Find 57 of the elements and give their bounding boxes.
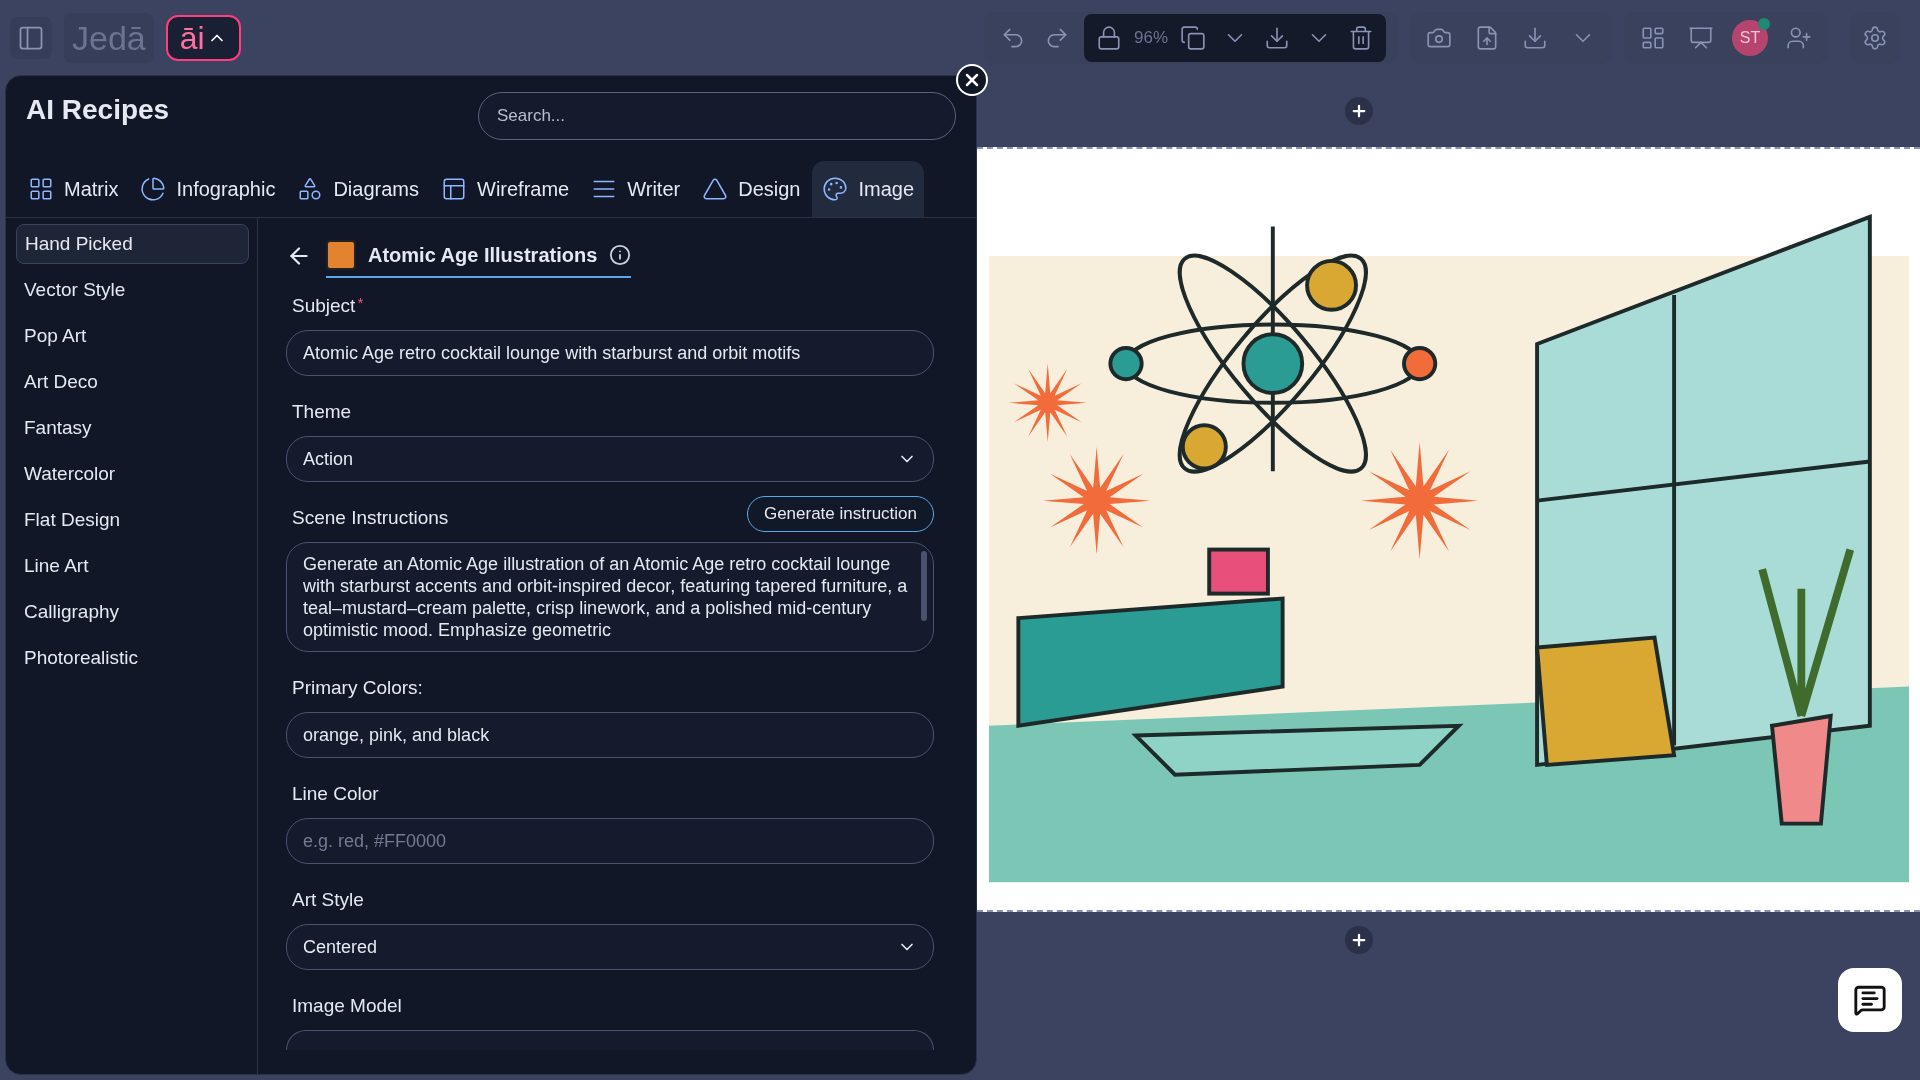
add-slide-button[interactable] (1344, 926, 1373, 954)
category-tab[interactable]: Image (812, 160, 925, 217)
field-label: Theme (292, 399, 352, 424)
required-asterisk: * (357, 292, 364, 313)
close-button[interactable] (956, 64, 988, 96)
pie-chart-icon (140, 175, 167, 202)
field-label: Line Color (292, 781, 379, 806)
sidebar-item[interactable]: Calligraphy (16, 592, 249, 632)
trash-icon[interactable] (1348, 24, 1374, 51)
category-tab[interactable]: Diagrams (287, 160, 429, 217)
category-tab[interactable]: Wireframe (431, 160, 580, 217)
sidebar-item[interactable]: Art Deco (16, 362, 249, 402)
field-label: Scene Instructions (292, 505, 449, 530)
model-select-field[interactable] (286, 1030, 934, 1050)
category-tab[interactable]: Design (692, 160, 811, 217)
zoom-level[interactable]: 96% (1133, 24, 1168, 51)
sidebar-item[interactable]: Photorealistic (16, 638, 249, 678)
palette-icon (822, 175, 849, 202)
sidebar-item[interactable]: Flat Design (16, 500, 249, 540)
textarea-field[interactable]: Generate an Atomic Age illustration of an Atomic Age retro cocktail lounge with starburst accents and orbit-inspired decor, featuring tapered furniture, a teal–mustard–cream palette, crisp linework, and a polished mid-century optimistic mood. Emphasize geometric (286, 542, 934, 652)
layout-icon[interactable] (1640, 24, 1666, 51)
help-button[interactable] (1838, 968, 1902, 1032)
sidebar-item[interactable]: Fantasy (16, 408, 249, 448)
layout-icon (441, 175, 467, 202)
field-label: Subject (292, 293, 356, 318)
sidebar-item[interactable]: Pop Art (16, 316, 249, 356)
copy-icon[interactable] (1180, 24, 1206, 51)
search-field[interactable]: Search... (478, 92, 956, 140)
field-label: Primary Colors: (292, 675, 423, 700)
panel-title: AI Recipes (26, 93, 170, 127)
field-label: Art Style (292, 887, 364, 912)
sidebar-item[interactable]: Line Art (16, 546, 249, 586)
category-tab[interactable]: Writer (581, 160, 691, 217)
category-tab[interactable]: Infographic (130, 160, 286, 217)
text-field[interactable]: e.g. red, #FF0000 (286, 818, 934, 864)
generate-instruction-button[interactable]: Generate instruction (746, 496, 934, 532)
grid-icon (28, 175, 54, 202)
sidebar-item[interactable]: Watercolor (16, 454, 249, 494)
ai-menu-button[interactable]: āi (165, 14, 241, 61)
presentation-icon[interactable] (1688, 24, 1714, 51)
add-user-icon[interactable] (1786, 24, 1812, 51)
field-label: Image Model (292, 993, 402, 1018)
sidebar-toggle-button[interactable] (10, 16, 52, 59)
recipe-title: Atomic Age Illustrations (368, 243, 598, 268)
sidebar-item[interactable]: Hand Picked (16, 224, 249, 264)
settings-icon[interactable] (1862, 24, 1888, 51)
info-icon[interactable] (609, 244, 632, 266)
select-field[interactable]: Action (286, 436, 934, 482)
text-field[interactable]: orange, pink, and black (286, 712, 934, 758)
text-field[interactable]: Atomic Age retro cocktail lounge with starburst and orbit motifs (286, 330, 934, 376)
lock-icon[interactable] (1095, 24, 1122, 51)
add-slide-button[interactable] (1344, 97, 1373, 125)
help-chat-icon (1853, 983, 1887, 1017)
recipe-thumbnail-icon (326, 240, 356, 270)
sidebar-item[interactable]: Vector Style (16, 270, 249, 310)
category-tab[interactable]: Matrix (18, 160, 129, 217)
select-field[interactable]: Centered (286, 924, 934, 970)
